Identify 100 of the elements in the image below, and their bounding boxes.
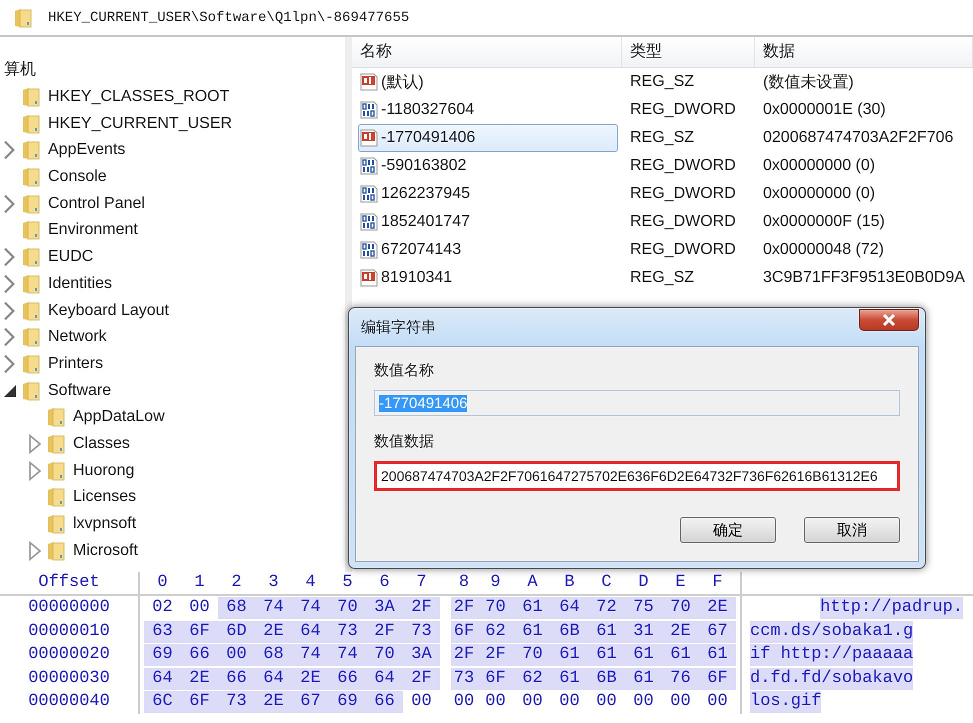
value-name-cell[interactable]: -1180327604 <box>358 96 618 124</box>
folder-icon <box>22 300 40 321</box>
tree-item[interactable]: Identities <box>48 274 112 293</box>
hex-byte: 3A <box>403 644 440 666</box>
hex-byte: 61 <box>625 644 662 666</box>
value-name-cell[interactable]: -590163802 <box>358 152 618 180</box>
hex-byte: 2E <box>699 597 736 619</box>
folder-icon <box>22 274 40 294</box>
tree-item[interactable]: Console <box>48 168 107 186</box>
tree-item[interactable]: Classes <box>73 434 130 453</box>
hex-byte: 00 <box>521 691 544 713</box>
folder-icon <box>22 140 40 160</box>
tree-item[interactable]: Software <box>48 382 112 400</box>
hex-column-heading: 2 <box>230 572 243 594</box>
value-type-cell-text: REG_DWORD <box>629 213 737 231</box>
hex-byte: 00 <box>595 691 618 713</box>
value-type-cell-text: REG_DWORD <box>629 101 737 119</box>
binary-value-icon <box>359 156 379 176</box>
hex-byte: 00 <box>218 644 255 666</box>
hex-byte: 2E <box>181 668 218 690</box>
hex-byte: 74 <box>329 644 366 666</box>
offset-cell: 00000020 <box>28 645 110 664</box>
dialog-button[interactable]: 确定 <box>680 517 776 543</box>
dialog-button[interactable]: 取消 <box>804 517 900 543</box>
value-data-cell-text: 0x0000000F (15) <box>762 213 886 231</box>
value-type-cell-text: REG_SZ <box>629 269 696 287</box>
value-name-cell[interactable]: (默认) <box>358 68 618 96</box>
hex-column-heading: C <box>600 572 613 594</box>
hex-byte: 2F <box>451 597 477 619</box>
hex-byte: 00 <box>484 691 507 713</box>
hex-byte: 70 <box>662 597 699 619</box>
hex-column-heading: 8 <box>458 572 470 594</box>
hex-byte: 6D <box>218 620 255 642</box>
hex-byte: 6F <box>181 691 218 713</box>
hex-byte: 74 <box>292 644 329 666</box>
hex-byte: 74 <box>255 597 292 619</box>
tree-item[interactable]: Microsoft <box>73 542 138 560</box>
hex-byte: 61 <box>625 668 662 690</box>
hex-byte: 3A <box>366 597 403 619</box>
hex-byte: 00 <box>558 691 581 713</box>
hex-column-heading: A <box>526 572 539 594</box>
hex-byte: 64 <box>292 620 329 642</box>
tree-item[interactable]: EUDC <box>48 248 94 266</box>
tree-item[interactable]: Control Panel <box>48 194 145 213</box>
hex-byte: 00 <box>669 691 692 713</box>
tree-item[interactable]: AppDataLow <box>73 408 165 426</box>
value-name-cell[interactable]: 1852401747 <box>358 208 618 236</box>
hex-byte: 61 <box>662 644 699 666</box>
hex-byte: 73 <box>329 620 366 642</box>
hex-byte: 69 <box>329 691 366 713</box>
tree-item[interactable]: AppEvents <box>48 141 126 160</box>
hex-byte: 76 <box>662 668 699 690</box>
column-heading[interactable]: 名称 <box>352 37 622 67</box>
value-name-cell[interactable]: 1262237945 <box>358 180 618 208</box>
folder-icon <box>47 487 65 508</box>
tree-item[interactable]: Keyboard Layout <box>48 302 169 320</box>
ascii-text: http://padrup. <box>820 597 963 619</box>
value-name-cell[interactable]: 81910341 <box>358 264 618 292</box>
hex-byte: 2E <box>662 620 699 642</box>
hex-column-heading: 6 <box>378 572 391 594</box>
hex-byte: 61 <box>699 644 736 666</box>
tree-item[interactable]: HKEY_CLASSES_ROOT <box>48 88 230 106</box>
tree-item[interactable]: Printers <box>48 354 104 373</box>
string-value-icon <box>359 72 379 92</box>
value-data-cell-text: 0x00000000 (0) <box>762 185 876 203</box>
value-name-cell[interactable]: -1770491406 <box>358 124 618 152</box>
dialog-title: 编辑字符串 <box>361 318 436 336</box>
tree-item[interactable]: lxvpnsoft <box>73 515 136 534</box>
value-type-cell-text: REG_SZ <box>629 73 696 91</box>
hex-column-heading: E <box>674 572 687 594</box>
column-heading[interactable]: 类型 <box>622 37 755 67</box>
hex-byte: 63 <box>144 620 181 642</box>
tree-item[interactable]: Environment <box>48 221 138 240</box>
hex-byte: 61 <box>514 620 551 642</box>
hex-byte: 67 <box>292 691 329 713</box>
value-type-cell-text: REG_SZ <box>629 129 696 147</box>
hex-byte: 75 <box>625 597 662 619</box>
folder-icon <box>47 540 65 561</box>
tree-item[interactable]: 算机 <box>4 61 36 78</box>
hex-byte: 2F <box>403 597 440 619</box>
binary-value-icon <box>359 100 379 120</box>
string-value-icon <box>359 128 379 148</box>
hex-byte: 72 <box>588 597 625 619</box>
value-data-cell-text: 0x00000048 (72) <box>762 241 885 259</box>
ascii-text: d.fd.fd/sobakavo <box>750 668 914 690</box>
tree-item[interactable]: Licenses <box>73 488 136 506</box>
tree-item[interactable]: HKEY_CURRENT_USER <box>48 114 232 133</box>
tree-item[interactable]: Network <box>48 328 107 346</box>
offset-cell: 00000030 <box>28 668 110 688</box>
hex-byte: 66 <box>329 668 366 690</box>
tree-item[interactable]: Huorong <box>73 462 134 480</box>
hex-column-heading: 1 <box>193 572 206 594</box>
hex-byte: 6F <box>699 668 736 690</box>
hex-byte: 74 <box>292 597 329 619</box>
value-name-cell[interactable]: 672074143 <box>358 236 618 264</box>
column-heading[interactable]: 数据 <box>755 37 973 67</box>
binary-value-icon <box>359 240 379 260</box>
close-button[interactable] <box>859 309 919 331</box>
hex-byte: 64 <box>551 597 588 619</box>
value-data-field[interactable]: 200687474703A2F2F7061647275702E636F6D2E64732F736F62616B61312E6 <box>374 461 900 491</box>
